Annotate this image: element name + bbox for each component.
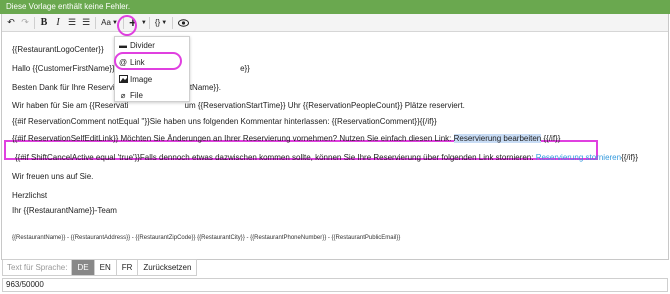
paperclip-icon: ⌀ xyxy=(120,90,126,100)
bold-button[interactable]: B xyxy=(37,15,51,31)
reservation-line: Wir haben für Sie am {{Reservati um {{Res… xyxy=(12,101,465,110)
italic-button[interactable]: I xyxy=(51,15,65,31)
menu-item-label: Image xyxy=(130,74,153,84)
menu-item-label: File xyxy=(130,90,143,100)
menu-item-divider[interactable]: ▬ Divider xyxy=(115,38,191,52)
regards-line: Herzlichst xyxy=(12,191,48,200)
language-label: Text für Sprache: xyxy=(3,260,73,275)
thanks-text-end: tName}}. xyxy=(189,83,221,92)
greeting-text-start: Hallo {{CustomerFirstName}} {{C xyxy=(12,64,129,73)
editor-toolbar: ↶ ↷ B I ☰ ☰ Aa ▼ + ▼ {} ▼ xyxy=(2,14,668,32)
restaurant-footer: {{RestaurantName}} - {{RestaurantAddress… xyxy=(12,235,401,241)
numbered-list-button[interactable]: ☰ xyxy=(79,15,93,31)
insert-button-highlight xyxy=(117,15,137,36)
character-counter: 963/50000 xyxy=(2,278,668,292)
eye-icon[interactable] xyxy=(175,15,192,31)
menu-item-file[interactable]: ⌀ File xyxy=(115,88,191,102)
toolbar-divider xyxy=(148,16,150,29)
chevron-down-icon: ▼ xyxy=(161,19,168,26)
toolbar-divider xyxy=(34,16,35,29)
divider-icon: ▬ xyxy=(119,40,127,50)
thanks-text-start: Besten Dank für Ihre Reservier xyxy=(12,83,122,92)
email-template-editor[interactable]: ↶ ↷ B I ☰ ☰ Aa ▼ + ▼ {} ▼ {{RestaurantLo… xyxy=(1,14,669,260)
bullet-list-button[interactable]: ☰ xyxy=(65,15,79,31)
image-icon xyxy=(118,75,128,83)
validation-status-bar: Diese Vorlage enthält keine Fehler. xyxy=(0,0,670,14)
language-selector: Text für Sprache: DE EN FR Zurücksetzen xyxy=(2,259,198,276)
reservation-text-end: um {{ReservationStartTime}} Uhr {{Reserv… xyxy=(184,101,465,110)
menu-item-image[interactable]: Image xyxy=(115,72,191,86)
greeting-text-end: e}} xyxy=(240,64,250,73)
reservation-text-start: Wir haben für Sie am {{Reservati xyxy=(12,101,129,110)
menu-item-label: Divider xyxy=(130,40,155,50)
comment-line: {{#if ReservationComment notEqual ''}}Si… xyxy=(12,117,437,126)
closing-line: Wir freuen uns auf Sie. xyxy=(12,172,94,181)
selfedit-link[interactable]: Reservierung bearbeiten xyxy=(453,134,542,143)
selfedit-line: {{#if ReservationSelfEditLink}} Möchten … xyxy=(12,134,560,143)
font-size-label: Aa xyxy=(101,18,111,27)
link-item-highlight xyxy=(114,52,182,70)
reset-button[interactable]: Zurücksetzen xyxy=(138,260,196,275)
shift-cancel-text: {{#if ShiftCancelActive equal 'true'}}Fa… xyxy=(15,153,534,162)
shift-cancel-endif: {{/if}} xyxy=(621,153,638,162)
language-fr-button[interactable]: FR xyxy=(117,260,139,275)
logo-placeholder: {{RestaurantLogoCenter}} xyxy=(12,45,104,54)
redo-icon[interactable]: ↷ xyxy=(18,15,32,31)
selfedit-text: {{#if ReservationSelfEditLink}} Möchten … xyxy=(12,134,452,143)
variables-label: {} xyxy=(154,18,161,27)
shift-cancel-line: {{#if ShiftCancelActive equal 'true'}}Fa… xyxy=(15,153,638,162)
cancel-link[interactable]: Reservierung stornieren xyxy=(536,153,621,162)
variables-dropdown[interactable]: {} ▼ xyxy=(152,15,170,31)
selfedit-endif: {{/if}} xyxy=(543,134,561,143)
toolbar-divider xyxy=(172,16,174,29)
language-de-button[interactable]: DE xyxy=(72,260,95,275)
chevron-down-icon: ▼ xyxy=(140,19,147,26)
language-en-button[interactable]: EN xyxy=(95,260,117,275)
toolbar-divider xyxy=(95,16,97,29)
undo-icon[interactable]: ↶ xyxy=(4,15,18,31)
team-line: Ihr {{RestaurantName}}-Team xyxy=(12,206,117,215)
